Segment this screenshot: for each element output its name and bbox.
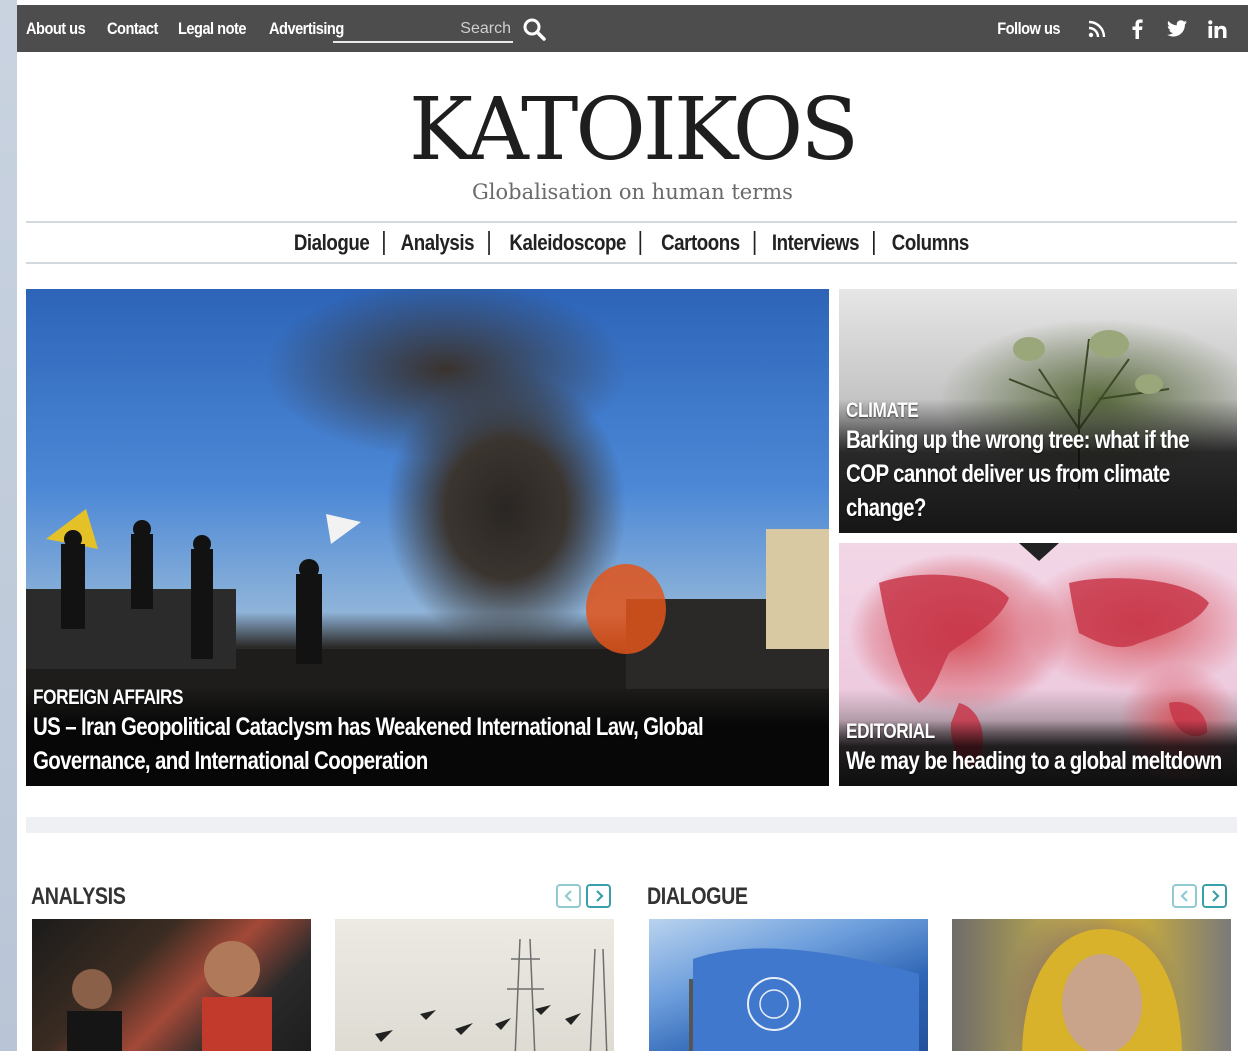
featured-main-caption: FOREIGN AFFAIRS US – Iran Geopolitical C…: [26, 686, 829, 786]
chevron-left-icon: [563, 890, 572, 902]
site-logo[interactable]: KATOIKOS: [17, 80, 1248, 180]
chevron-right-icon: [595, 890, 604, 902]
facebook-icon[interactable]: [1126, 18, 1148, 40]
dialogue-article-thumb-2[interactable]: [952, 919, 1231, 1051]
main-nav: Dialogue Analysis Kaleidoscope Cartoons …: [26, 221, 1237, 264]
utility-links: About us Contact Legal note Advertising: [26, 5, 350, 52]
featured-main-category[interactable]: FOREIGN AFFAIRS: [33, 686, 184, 710]
contact-link[interactable]: Contact: [107, 19, 158, 39]
twitter-icon[interactable]: [1166, 18, 1188, 40]
about-us-link[interactable]: About us: [26, 19, 86, 39]
featured-climate-category[interactable]: CLIMATE: [846, 399, 919, 423]
section-divider: [26, 817, 1237, 833]
analysis-prev-button[interactable]: [556, 884, 581, 908]
chevron-left-icon: [1179, 890, 1188, 902]
analysis-article-thumb-2[interactable]: [335, 919, 614, 1051]
nav-analysis[interactable]: Analysis: [387, 230, 490, 255]
dialogue-thumb-1-image: [689, 948, 919, 1051]
follow-us: Follow us: [987, 5, 1228, 52]
featured-article-main[interactable]: FOREIGN AFFAIRS US – Iran Geopolitical C…: [26, 289, 829, 786]
dialogue-section-title[interactable]: DIALOGUE: [647, 883, 748, 911]
search-icon[interactable]: [522, 17, 546, 41]
featured-article-climate[interactable]: CLIMATE Barking up the wrong tree: what …: [839, 289, 1237, 533]
featured-climate-caption: CLIMATE Barking up the wrong tree: what …: [839, 399, 1237, 533]
analysis-thumb-2-image: [375, 938, 608, 1051]
analysis-thumb-1-image: [67, 941, 272, 1051]
chevron-right-icon: [1211, 890, 1220, 902]
nav-columns[interactable]: Columns: [878, 230, 982, 255]
nav-cartoons[interactable]: Cartoons: [647, 230, 755, 255]
analysis-section-title[interactable]: ANALYSIS: [31, 883, 126, 911]
follow-us-label: Follow us: [997, 18, 1060, 38]
featured-climate-headline[interactable]: Barking up the wrong tree: what if the C…: [846, 423, 1230, 525]
featured-editorial-category[interactable]: EDITORIAL: [846, 720, 935, 744]
featured-editorial-headline[interactable]: We may be heading to a global meltdown: [846, 744, 1230, 778]
nav-interviews[interactable]: Interviews: [759, 230, 875, 255]
dialogue-article-thumb-1[interactable]: [649, 919, 928, 1051]
rss-icon[interactable]: [1086, 18, 1108, 40]
analysis-carousel-controls: [556, 884, 611, 908]
nav-kaleidoscope[interactable]: Kaleidoscope: [496, 230, 641, 255]
legal-note-link[interactable]: Legal note: [178, 19, 246, 39]
site-tagline: Globalisation on human terms: [472, 180, 793, 204]
dialogue-prev-button[interactable]: [1172, 884, 1197, 908]
featured-main-headline[interactable]: US – Iran Geopolitical Cataclysm has Wea…: [33, 710, 822, 778]
dialogue-carousel-controls: [1172, 884, 1227, 908]
analysis-article-thumb-1[interactable]: [32, 919, 311, 1051]
search-box: [333, 16, 513, 43]
featured-editorial-caption: EDITORIAL We may be heading to a global …: [839, 720, 1237, 786]
featured-article-editorial[interactable]: EDITORIAL We may be heading to a global …: [839, 543, 1237, 786]
dialogue-next-button[interactable]: [1202, 884, 1227, 908]
analysis-next-button[interactable]: [586, 884, 611, 908]
top-bar: About us Contact Legal note Advertising …: [17, 5, 1248, 52]
dialogue-thumb-2-image: [1022, 929, 1182, 1051]
search-input[interactable]: [333, 16, 513, 41]
page: About us Contact Legal note Advertising …: [17, 0, 1248, 1051]
nav-dialogue[interactable]: Dialogue: [281, 230, 386, 255]
linkedin-icon[interactable]: [1206, 18, 1228, 40]
